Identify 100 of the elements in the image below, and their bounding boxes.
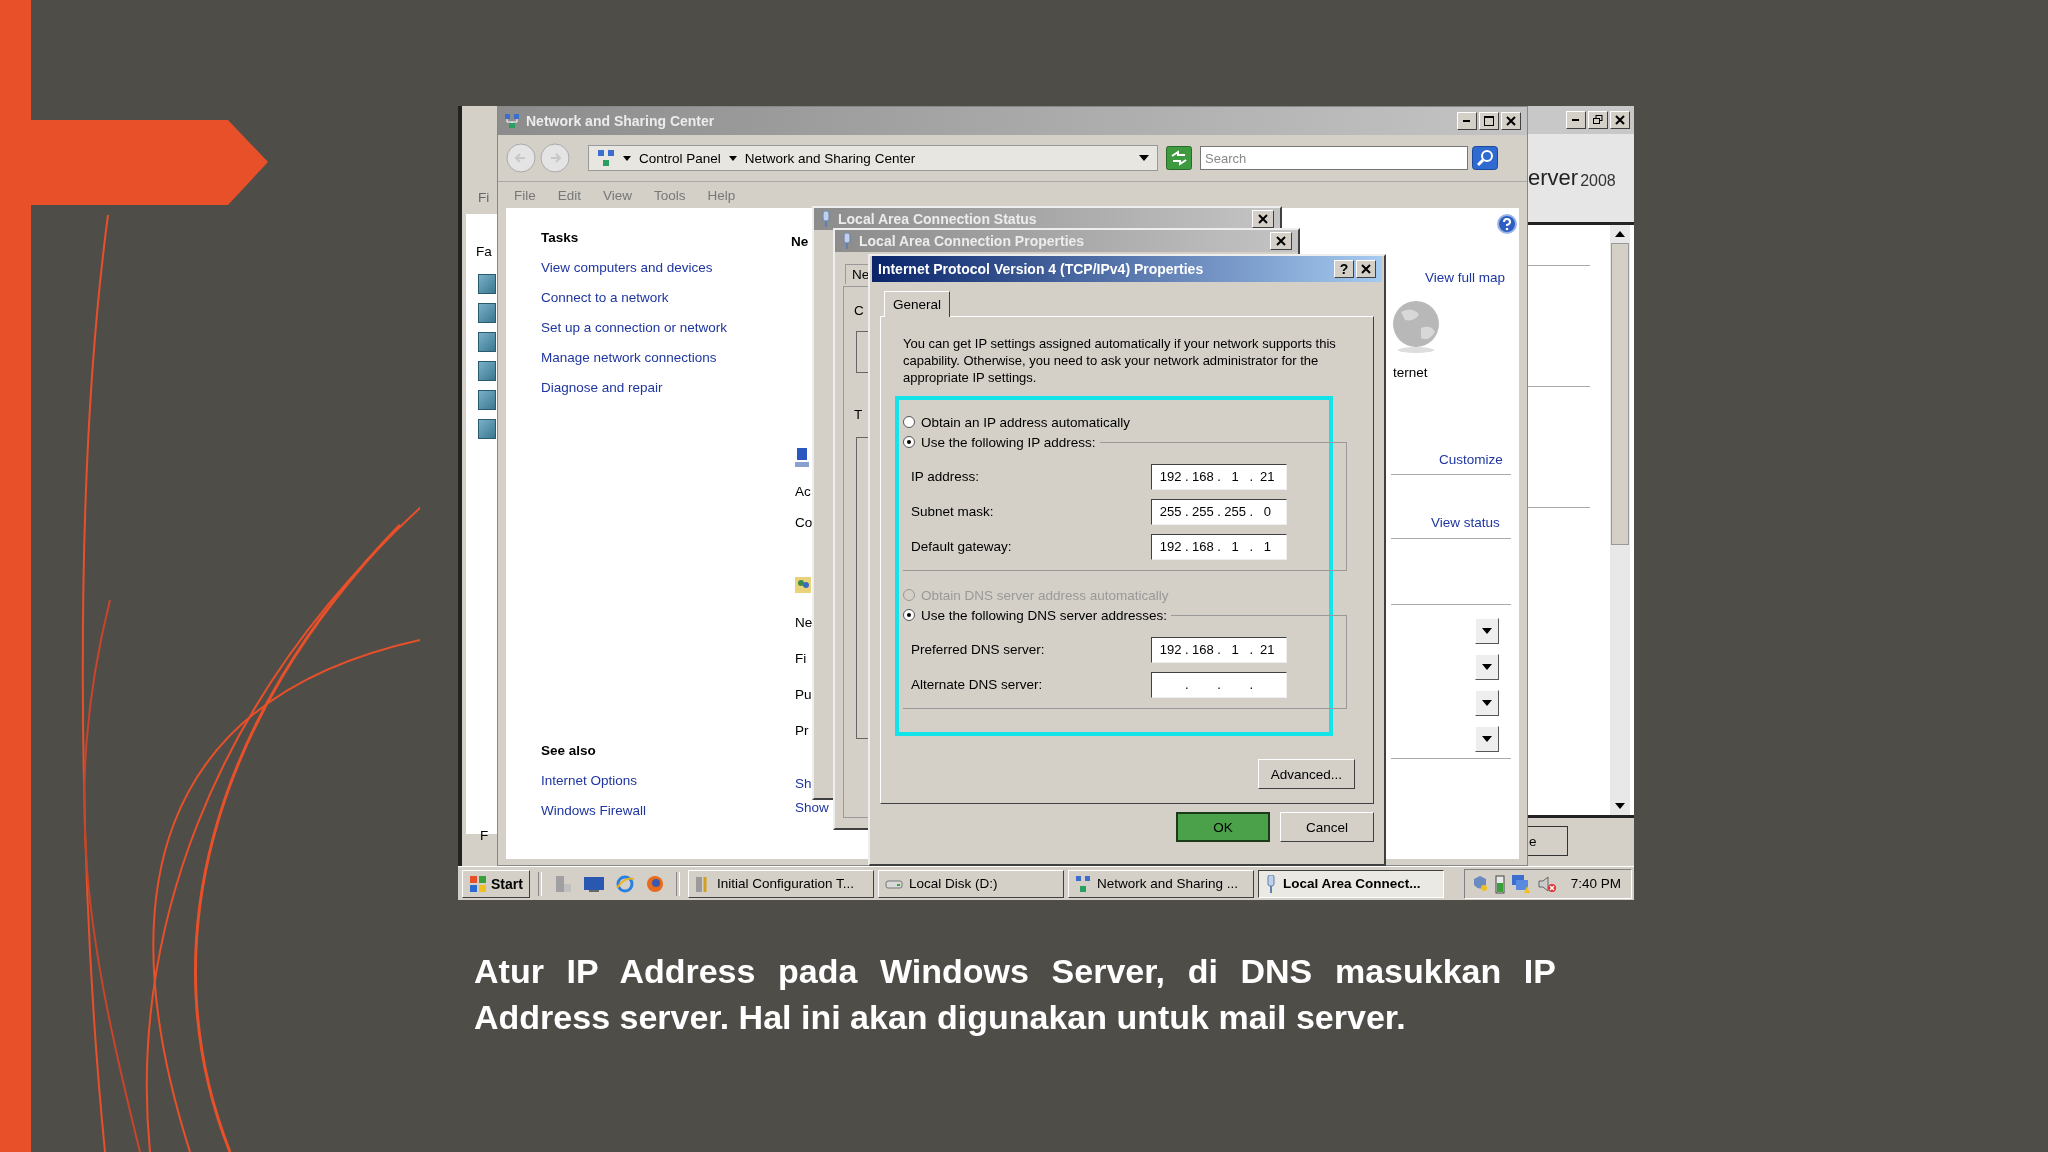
taskbar-button[interactable]: Local Area Connect... <box>1257 869 1444 898</box>
plug-icon <box>1264 874 1277 893</box>
app-icon[interactable] <box>478 274 496 294</box>
product-name: erver <box>1528 165 1579 191</box>
expand-button[interactable] <box>1475 618 1499 644</box>
app-icon[interactable] <box>478 303 496 323</box>
field-label: Subnet mask: <box>911 504 995 519</box>
close-icon <box>1361 264 1371 274</box>
app-icon[interactable] <box>478 390 496 410</box>
caret-icon <box>1482 664 1492 670</box>
help-icon[interactable] <box>1497 214 1517 234</box>
search-button[interactable] <box>1472 146 1498 170</box>
task-link[interactable]: Manage network connections <box>541 350 791 365</box>
close-icon <box>1506 116 1516 126</box>
plug-icon <box>820 211 832 227</box>
window-title: Local Area Connection Status <box>838 211 1037 227</box>
node-label: ternet <box>1393 365 1428 380</box>
minimize-button[interactable] <box>1566 111 1586 129</box>
ip-address-field[interactable]: 255 . 255 . 255 . 0 <box>1151 498 1287 525</box>
window-title: Network and Sharing Center <box>526 113 715 129</box>
tab[interactable]: General <box>884 291 951 317</box>
ok-button[interactable]: OK <box>1176 812 1270 842</box>
scroll-up-icon[interactable] <box>1615 231 1625 237</box>
browser-icon[interactable] <box>644 873 665 894</box>
view-status-link[interactable]: View status <box>1431 515 1500 530</box>
search-field[interactable]: Search <box>1200 146 1468 170</box>
caret-icon[interactable] <box>728 155 737 161</box>
computer-icon <box>795 448 809 468</box>
label-text: Ac <box>795 484 811 499</box>
dropdown-arrow-icon[interactable] <box>1139 155 1149 161</box>
link[interactable]: Show <box>795 800 829 815</box>
caret-icon <box>1482 700 1492 706</box>
radio-button[interactable] <box>903 416 915 428</box>
close-icon <box>1615 115 1625 125</box>
caret-icon[interactable] <box>623 155 631 161</box>
window-title: Internet Protocol Version 4 (TCP/IPv4) Properties <box>878 261 1204 277</box>
start-button[interactable]: Start <box>462 869 530 898</box>
scroll-down-icon[interactable] <box>1615 803 1625 809</box>
restore-icon <box>1593 115 1603 125</box>
radio-button[interactable] <box>903 609 915 621</box>
radio-button[interactable] <box>903 436 915 448</box>
task-link[interactable]: View computers and devices <box>541 260 791 275</box>
map-link[interactable]: View full map <box>1425 270 1506 285</box>
ip-address-field[interactable]: 192 . 168 . 1 . 21 <box>1151 463 1287 490</box>
label-text: Co <box>795 515 813 530</box>
close-button[interactable] <box>1356 260 1376 278</box>
close-icon <box>1276 236 1286 246</box>
description-text: You can get IP settings assigned automatically if your network supports this capability. Otherwise, you need to ask your network administrator for the appropriate IP settings. <box>903 335 1337 386</box>
taskbar-button[interactable]: Initial Configuration T... <box>687 869 874 898</box>
app-icon[interactable] <box>478 332 496 352</box>
expand-button[interactable] <box>1475 690 1499 716</box>
close-button[interactable] <box>1610 111 1630 129</box>
radio-label[interactable]: Use the following DNS server addresses: <box>921 607 1168 623</box>
related-link[interactable]: Windows Firewall <box>541 803 791 818</box>
help-button[interactable]: ? <box>1334 260 1354 278</box>
field-label: Default gateway: <box>911 539 1013 554</box>
section-heading: Tasks <box>541 230 580 245</box>
label-text: Fi <box>795 651 807 666</box>
advanced-button[interactable]: Advanced... <box>1257 759 1355 789</box>
refresh-button[interactable] <box>1166 146 1192 170</box>
ip-address-field[interactable]: . . . <box>1151 671 1287 698</box>
ip-address-field[interactable]: 192 . 168 . 1 . 1 <box>1151 533 1287 560</box>
group-icon <box>795 577 811 593</box>
field-label: IP address: <box>911 469 981 484</box>
label-text: F <box>480 828 489 843</box>
expand-button[interactable] <box>1475 654 1499 680</box>
address-bar[interactable]: Control Panel Network and Sharing Center <box>588 145 1158 171</box>
windows-logo-icon <box>469 874 487 893</box>
breadcrumb[interactable]: Control Panel <box>639 150 721 166</box>
caret-icon <box>1482 736 1492 742</box>
task-link[interactable]: Set up a connection or network <box>541 320 791 335</box>
app-icon[interactable] <box>478 419 496 439</box>
radio-label[interactable]: Obtain an IP address automatically <box>921 414 1131 430</box>
related-link[interactable]: Internet Options <box>541 773 791 788</box>
battery-icon[interactable] <box>1494 873 1505 894</box>
app-icon[interactable] <box>478 361 496 381</box>
network-icon <box>504 113 520 129</box>
clock: 7:40 PM <box>1570 876 1621 891</box>
menu-item[interactable]: Fi <box>478 190 490 205</box>
network-warning-icon[interactable] <box>1510 873 1531 894</box>
customize-link[interactable]: Customize <box>1439 452 1503 467</box>
minimize-icon <box>1463 119 1471 123</box>
link[interactable]: Sh <box>795 776 812 791</box>
muted-speaker-icon[interactable] <box>1536 873 1557 894</box>
taskbar-button[interactable]: Local Disk (D:) <box>877 869 1064 898</box>
expand-button[interactable] <box>1475 726 1499 752</box>
scrollbar[interactable] <box>1610 225 1630 815</box>
task-link[interactable]: Connect to a network <box>541 290 791 305</box>
restore-button[interactable] <box>1588 111 1608 129</box>
breadcrumb[interactable]: Network and Sharing Center <box>744 150 916 166</box>
task-link[interactable]: Diagnose and repair <box>541 380 791 395</box>
label-text: Ne <box>795 615 813 630</box>
taskbar-button[interactable]: Network and Sharing ... <box>1067 869 1254 898</box>
ip-address-field[interactable]: 192 . 168 . 1 . 21 <box>1151 636 1287 663</box>
label-text: Pr <box>795 723 809 738</box>
browser-icon[interactable] <box>614 873 635 894</box>
window-title: Local Area Connection Properties <box>859 233 1085 249</box>
radio-label[interactable]: Use the following IP address: <box>921 434 1096 450</box>
cancel-button[interactable]: Cancel <box>1280 812 1374 842</box>
minimize-icon <box>1572 118 1580 122</box>
